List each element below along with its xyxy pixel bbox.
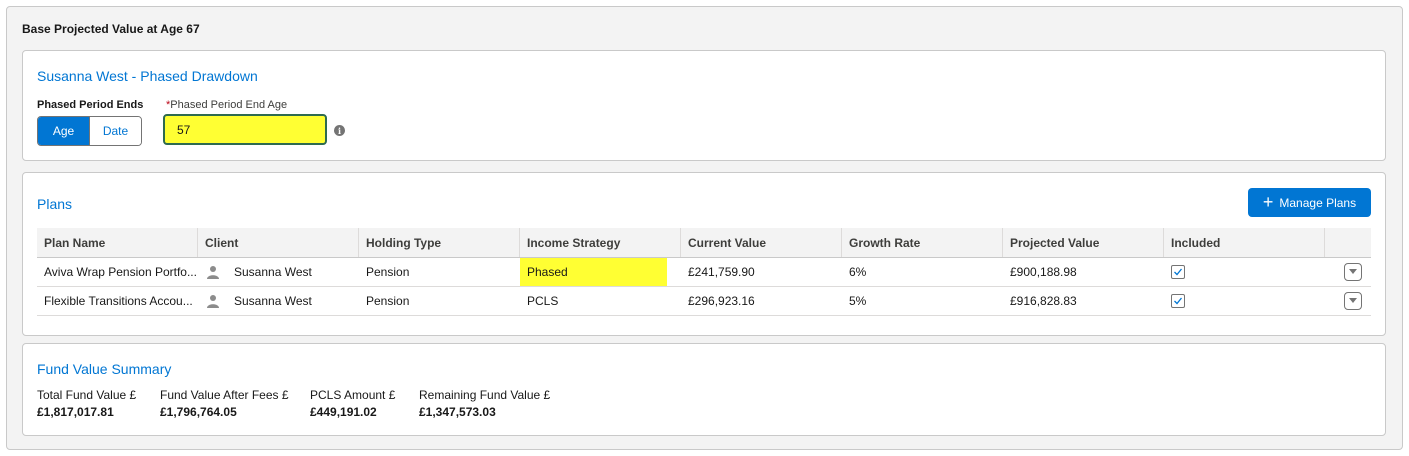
summary-value: £1,347,573.03 — [419, 405, 496, 419]
col-current-value[interactable]: Current Value — [681, 228, 842, 257]
summary-label: Total Fund Value £ — [37, 388, 137, 402]
pcls-amount: PCLS Amount £ £449,191.02 — [310, 388, 395, 419]
end-age-label-text: Phased Period End Age — [170, 99, 288, 111]
remaining-fund-value: Remaining Fund Value £ £1,347,573.03 — [419, 388, 550, 419]
col-income-strategy[interactable]: Income Strategy — [520, 228, 681, 257]
table-row: Flexible Transitions Accou... Susanna We… — [37, 287, 1371, 316]
row-action-dropdown[interactable] — [1344, 292, 1362, 310]
row-action-dropdown[interactable] — [1344, 263, 1362, 281]
checkmark-icon — [1174, 297, 1183, 305]
person-icon — [207, 266, 219, 279]
summary-label: Remaining Fund Value £ — [419, 388, 551, 402]
manage-plans-label: Manage Plans — [1279, 195, 1357, 210]
drawdown-card: Susanna West - Phased Drawdown Phased Pe… — [22, 50, 1386, 161]
col-growth-rate[interactable]: Growth Rate — [842, 228, 1003, 257]
manage-plans-button[interactable]: + Manage Plans — [1248, 188, 1371, 217]
growth-rate-cell: 6% — [849, 265, 867, 279]
holding-type-cell: Pension — [366, 294, 410, 308]
checkmark-icon — [1174, 268, 1183, 276]
plus-icon: + — [1262, 191, 1274, 212]
info-icon[interactable]: i — [334, 125, 345, 136]
holding-type-cell: Pension — [366, 265, 410, 279]
col-included[interactable]: Included — [1164, 228, 1325, 257]
fund-value-after-fees: Fund Value After Fees £ £1,796,764.05 — [160, 388, 289, 419]
col-client[interactable]: Client — [198, 228, 359, 257]
client-cell: Susanna West — [198, 258, 359, 286]
row-action-cell — [1325, 287, 1371, 315]
table-row: Aviva Wrap Pension Portfo... Susanna Wes… — [37, 258, 1371, 287]
total-fund-value: Total Fund Value £ £1,817,017.81 — [37, 388, 136, 419]
chevron-down-icon — [1349, 269, 1357, 274]
col-projected-value[interactable]: Projected Value — [1003, 228, 1164, 257]
client-name: Susanna West — [234, 265, 312, 279]
included-checkbox[interactable] — [1171, 294, 1185, 308]
table-header: Plan Name Client Holding Type Income Str… — [37, 228, 1371, 258]
client-cell: Susanna West — [198, 287, 359, 315]
toggle-age-button[interactable]: Age — [38, 117, 89, 145]
col-actions — [1325, 228, 1371, 257]
summary-label: Fund Value After Fees £ — [160, 388, 289, 402]
summary-value: £1,796,764.05 — [160, 405, 237, 419]
plan-name-cell[interactable]: Aviva Wrap Pension Portfo... — [37, 258, 198, 286]
client-name: Susanna West — [234, 294, 312, 308]
plans-table: Plan Name Client Holding Type Income Str… — [37, 228, 1371, 316]
summary-value: £449,191.02 — [310, 405, 377, 419]
income-strategy-cell: PCLS — [527, 294, 559, 308]
col-holding-type[interactable]: Holding Type — [359, 228, 520, 257]
phased-period-label: Phased Period Ends — [37, 99, 144, 111]
income-strategy-cell: Phased — [520, 258, 667, 286]
period-toggle: Age Date — [37, 116, 142, 146]
included-checkbox[interactable] — [1171, 265, 1185, 279]
row-action-cell — [1325, 258, 1371, 286]
projected-value-cell: £900,188.98 — [1010, 265, 1077, 279]
section-title: Base Projected Value at Age 67 — [22, 22, 200, 36]
included-cell — [1164, 287, 1325, 315]
summary-value: £1,817,017.81 — [37, 405, 114, 419]
growth-rate-cell: 5% — [849, 294, 867, 308]
included-cell — [1164, 258, 1325, 286]
end-age-label: *Phased Period End Age — [166, 99, 287, 111]
current-value-cell: £241,759.90 — [688, 265, 755, 279]
toggle-date-button[interactable]: Date — [89, 117, 141, 145]
person-icon — [207, 295, 219, 308]
col-plan-name[interactable]: Plan Name — [37, 228, 198, 257]
summary-label: PCLS Amount £ — [310, 388, 396, 402]
fund-summary-card: Fund Value Summary Total Fund Value £ £1… — [22, 343, 1386, 436]
projection-panel: Base Projected Value at Age 67 Susanna W… — [6, 6, 1403, 450]
plan-name-cell[interactable]: Flexible Transitions Accou... — [37, 287, 198, 315]
end-age-input[interactable] — [163, 114, 327, 145]
plans-card: Plans + Manage Plans Plan Name Client Ho… — [22, 172, 1386, 336]
drawdown-title: Susanna West - Phased Drawdown — [37, 68, 258, 84]
chevron-down-icon — [1349, 298, 1357, 303]
projected-value-cell: £916,828.83 — [1010, 294, 1077, 308]
current-value-cell: £296,923.16 — [688, 294, 755, 308]
fund-summary-title: Fund Value Summary — [37, 361, 172, 377]
plans-title: Plans — [37, 196, 73, 212]
